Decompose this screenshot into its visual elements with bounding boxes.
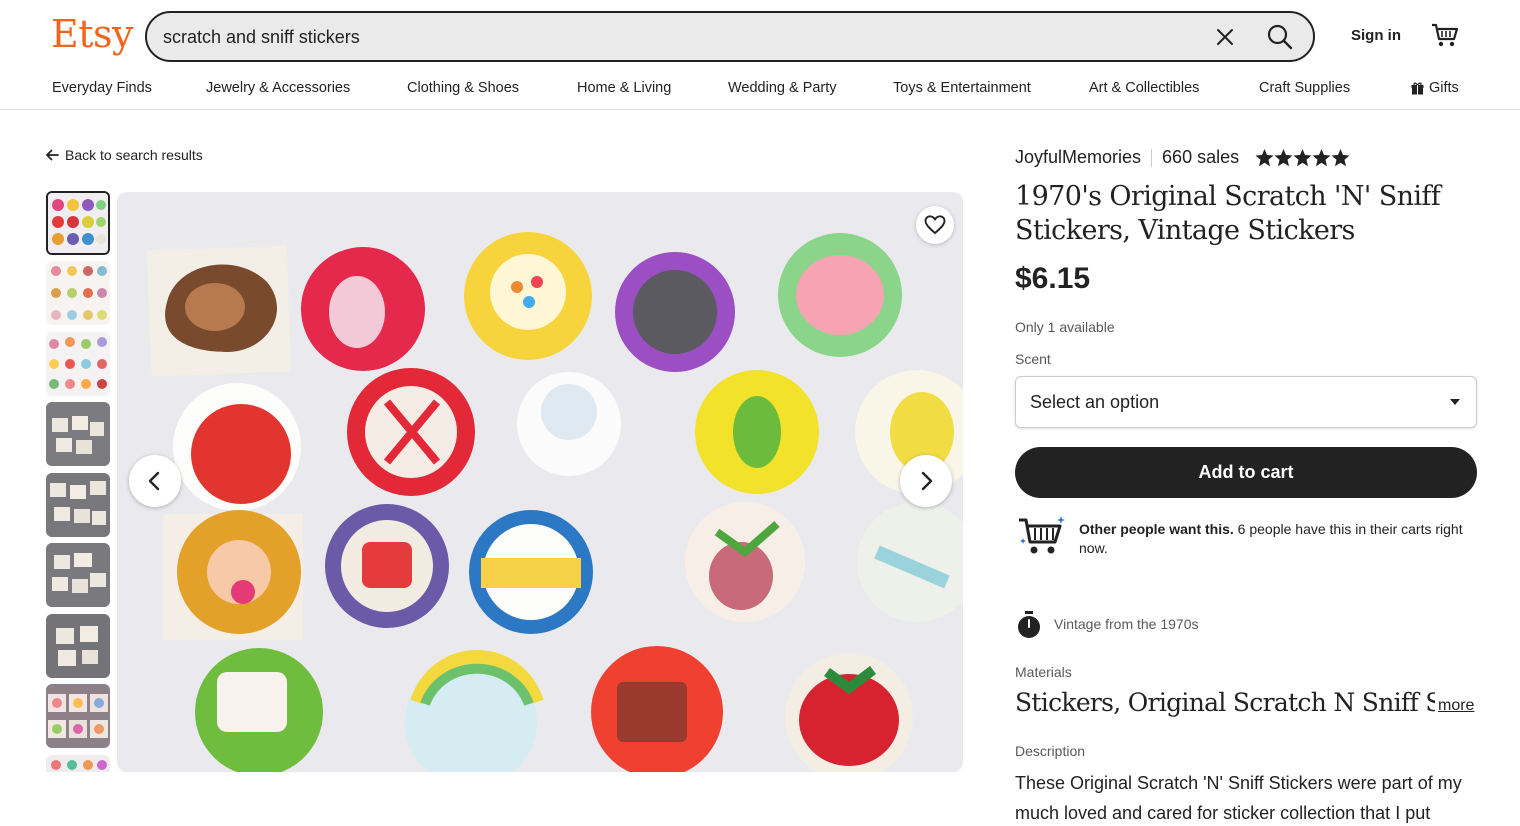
- cart-demand-icon: [1019, 516, 1065, 554]
- clear-search-icon[interactable]: [1213, 25, 1237, 49]
- arrow-left-icon: [46, 149, 59, 161]
- demand-bold: Other people want this.: [1079, 521, 1234, 537]
- nav-art-collectibles[interactable]: Art & Collectibles: [1089, 80, 1199, 96]
- cart-icon[interactable]: [1430, 20, 1460, 50]
- nav-craft-supplies[interactable]: Craft Supplies: [1259, 80, 1350, 96]
- search-icon[interactable]: [1265, 22, 1295, 52]
- nav-wedding-party[interactable]: Wedding & Party: [728, 80, 837, 96]
- demand-notice: Other people want this. 6 people have th…: [1079, 520, 1469, 558]
- favorite-button[interactable]: [916, 206, 954, 244]
- nav-jewelry-accessories[interactable]: Jewelry & Accessories: [206, 80, 350, 96]
- category-nav: Everyday Finds Jewelry & Accessories Clo…: [0, 76, 1520, 102]
- prev-image-button[interactable]: [129, 455, 181, 507]
- thumbnail[interactable]: [46, 261, 110, 325]
- description-label: Description: [1015, 743, 1086, 759]
- thumbnail[interactable]: [46, 755, 110, 772]
- materials-more-link[interactable]: more: [1438, 697, 1474, 715]
- shop-info: JoyfulMemories 660 sales: [1015, 147, 1351, 168]
- next-image-button[interactable]: [900, 455, 952, 507]
- scent-select[interactable]: Select an option: [1015, 376, 1477, 428]
- stopwatch-icon: [1018, 611, 1040, 638]
- etsy-logo[interactable]: Etsy: [51, 12, 133, 56]
- thumbnail[interactable]: [46, 614, 110, 678]
- thumbnail[interactable]: [46, 543, 110, 607]
- star-rating-icon: [1255, 148, 1350, 166]
- nav-gifts[interactable]: Gifts: [1411, 80, 1459, 96]
- nav-gifts-label: Gifts: [1429, 80, 1459, 96]
- availability-text: Only 1 available: [1015, 319, 1115, 335]
- description-text: These Original Scratch 'N' Sniff Sticker…: [1015, 773, 1462, 823]
- nav-everyday-finds[interactable]: Everyday Finds: [52, 80, 152, 96]
- materials-label: Materials: [1015, 664, 1072, 680]
- nav-home-living[interactable]: Home & Living: [577, 80, 671, 96]
- thumbnail[interactable]: [46, 191, 110, 255]
- nav-toys-entertainment[interactable]: Toys & Entertainment: [893, 80, 1031, 96]
- thumbnail[interactable]: [46, 473, 110, 537]
- shop-name-link[interactable]: JoyfulMemories: [1015, 147, 1141, 168]
- heart-icon: [924, 215, 946, 235]
- thumbnail[interactable]: [46, 402, 110, 466]
- add-to-cart-button[interactable]: Add to cart: [1015, 447, 1477, 498]
- search-input[interactable]: [163, 23, 1163, 51]
- search-bar: [145, 11, 1315, 62]
- price: $6.15: [1015, 262, 1091, 295]
- scent-select-value: Select an option: [1030, 392, 1160, 412]
- thumbnail-strip: [46, 191, 110, 772]
- chevron-right-icon: [921, 471, 933, 491]
- nav-clothing-shoes[interactable]: Clothing & Shoes: [407, 80, 519, 96]
- divider: [1151, 148, 1153, 167]
- thumbnail[interactable]: [46, 684, 110, 748]
- gift-icon: [1411, 82, 1424, 95]
- rating-stars[interactable]: [1255, 148, 1351, 168]
- sign-in-link[interactable]: Sign in: [1351, 27, 1401, 44]
- chevron-left-icon: [148, 471, 160, 491]
- back-to-results-link[interactable]: Back to search results: [45, 147, 203, 163]
- back-label: Back to search results: [65, 147, 203, 163]
- site-header: Etsy Sign in Everyday Finds Jewelry & Ac…: [0, 0, 1520, 110]
- sales-count: 660 sales: [1162, 147, 1240, 167]
- caret-down-icon: [1450, 399, 1460, 405]
- product-image[interactable]: [117, 192, 963, 772]
- materials-value: Stickers, Original Scratch N Sniff S...: [1015, 688, 1435, 717]
- listing-title: 1970's Original Scratch 'N' Sniff Sticke…: [1015, 181, 1441, 246]
- vintage-info: Vintage from the 1970s: [1054, 616, 1199, 632]
- scent-label: Scent: [1015, 351, 1051, 367]
- thumbnail[interactable]: [46, 332, 110, 396]
